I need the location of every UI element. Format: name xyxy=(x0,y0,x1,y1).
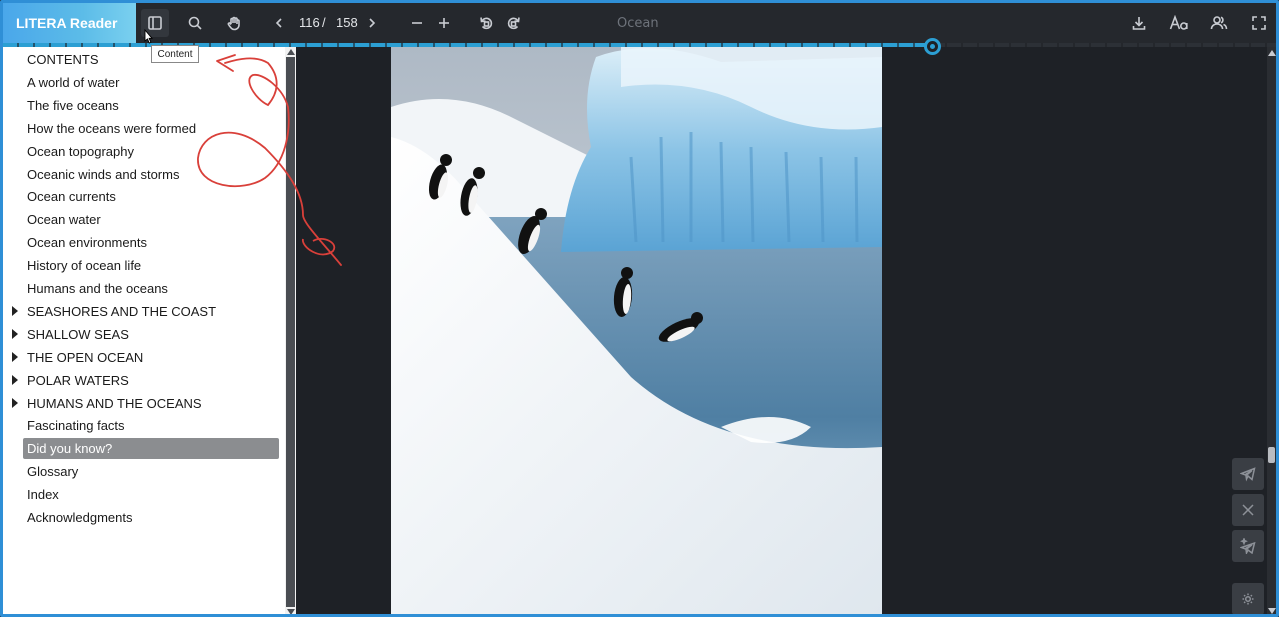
hand-icon xyxy=(227,16,240,31)
main-scrollbar[interactable] xyxy=(1267,47,1276,614)
toc-item-label: A world of water xyxy=(27,74,120,90)
rotate-left-button[interactable] xyxy=(472,9,500,37)
toc-item[interactable]: SHALLOW SEAS xyxy=(12,324,279,345)
toc-item[interactable]: History of ocean life xyxy=(23,255,279,276)
toc-item[interactable]: Did you know? xyxy=(23,438,279,460)
zoom-out-icon xyxy=(412,22,422,24)
pan-tool-button[interactable] xyxy=(220,9,248,37)
toc-item[interactable]: Acknowledgments xyxy=(23,507,279,528)
search-icon xyxy=(188,16,202,30)
search-button[interactable] xyxy=(181,9,209,37)
download-button[interactable] xyxy=(1125,9,1153,37)
toc-item-label: CONTENTS xyxy=(27,52,99,67)
toc-item[interactable]: A world of water xyxy=(23,72,279,93)
toc-item[interactable]: Ocean currents xyxy=(23,186,279,207)
penguins-iceberg-photo xyxy=(391,47,882,614)
toc-item-label: How the oceans were formed xyxy=(27,120,197,136)
sidebar-scrollbar[interactable] xyxy=(285,47,296,614)
sidebar-scroll-thumb[interactable] xyxy=(286,57,295,607)
next-page-button[interactable] xyxy=(358,9,386,37)
toc-item-label: Glossary xyxy=(27,464,79,480)
toc-item[interactable]: The five oceans xyxy=(23,95,279,116)
app-logo: LITERA Reader xyxy=(3,3,136,43)
toc-item-label: Ocean topography xyxy=(27,143,134,159)
toc-item-label: Ocean currents xyxy=(27,189,116,205)
toc-item-label: Ocean environments xyxy=(27,235,147,251)
toc-item-label: Oceanic winds and storms xyxy=(27,166,180,182)
expand-arrow-icon[interactable] xyxy=(12,328,18,339)
main-scroll-down-arrow[interactable] xyxy=(1268,608,1276,614)
toc-item-label: POLAR WATERS xyxy=(27,372,129,388)
toc-item[interactable]: Fascinating facts xyxy=(23,415,279,436)
fullscreen-button[interactable] xyxy=(1245,9,1273,37)
toc-item[interactable]: Ocean topography xyxy=(23,141,279,162)
toc-item-label: The five oceans xyxy=(27,97,119,113)
scroll-up-arrow[interactable] xyxy=(287,49,295,55)
zoom-in-icon xyxy=(439,18,449,28)
mouse-cursor-icon xyxy=(144,29,153,44)
scroll-down-arrow[interactable] xyxy=(287,609,295,614)
tooltip: Content xyxy=(151,45,199,63)
main-scroll-up-arrow[interactable] xyxy=(1268,50,1276,56)
toc-item[interactable]: Index xyxy=(23,484,279,505)
font-size-icon xyxy=(1169,15,1188,30)
toc-item[interactable]: Ocean water xyxy=(23,209,279,230)
total-pages: 158 xyxy=(336,15,358,30)
font-settings-button[interactable] xyxy=(1165,9,1193,37)
zoom-in-button[interactable] xyxy=(430,9,458,37)
toc-item-label: THE OPEN OCEAN xyxy=(27,349,144,365)
toc-item[interactable]: Humans and the oceans xyxy=(23,278,279,299)
share-telegram-button[interactable] xyxy=(1232,458,1264,490)
x-icon xyxy=(1242,504,1254,516)
settings-icon xyxy=(1242,593,1254,605)
progress-slider-handle[interactable] xyxy=(924,38,942,55)
toc-item[interactable]: Ocean environments xyxy=(23,232,279,253)
users-button[interactable] xyxy=(1205,9,1233,37)
toc-item[interactable]: Oceanic winds and storms xyxy=(23,164,279,185)
expand-arrow-icon[interactable] xyxy=(12,305,18,316)
toc-item-label: Ocean water xyxy=(27,212,101,228)
toc-item[interactable]: HUMANS AND THE OCEANS xyxy=(12,393,279,414)
main-scroll-thumb[interactable] xyxy=(1268,447,1275,463)
toc-item[interactable]: How the oceans were formed xyxy=(23,118,279,139)
share-telegram-star-button[interactable] xyxy=(1232,530,1264,562)
expand-arrow-icon[interactable] xyxy=(12,351,18,362)
prev-page-button[interactable] xyxy=(265,9,293,37)
toc-item-label: Did you know? xyxy=(27,441,113,457)
reader-window: LITERA Reader 116 / 158 Ocean Content CO… xyxy=(0,0,1279,617)
toc-item[interactable]: THE OPEN OCEAN xyxy=(12,347,279,368)
fullscreen-icon xyxy=(1252,16,1266,30)
toc-item-label: Humans and the oceans xyxy=(27,281,168,296)
chevron-right-icon xyxy=(369,18,376,28)
page-image xyxy=(391,47,882,614)
toc-item-label: HUMANS AND THE OCEANS xyxy=(27,395,202,411)
zoom-out-button[interactable] xyxy=(403,9,431,37)
toc-item-label: Index xyxy=(27,487,59,503)
toolbar: LITERA Reader 116 / 158 Ocean xyxy=(3,3,1276,43)
toc-sidebar: CONTENTS A world of water The five oceans H… xyxy=(3,47,296,614)
current-page-input[interactable]: 116 xyxy=(299,15,320,30)
toc-item[interactable]: SEASHORES AND THE COAST xyxy=(12,301,279,322)
toc-item-label: SHALLOW SEAS xyxy=(27,326,129,342)
page-separator: / xyxy=(322,15,326,30)
chevron-left-icon xyxy=(275,18,282,28)
telegram-icon xyxy=(1240,467,1256,482)
users-icon xyxy=(1210,16,1228,30)
share-x-button[interactable] xyxy=(1232,494,1264,526)
toc-item[interactable]: Glossary xyxy=(23,461,279,482)
toc-item-label: History of ocean life xyxy=(27,258,142,274)
rotate-right-button[interactable] xyxy=(500,9,528,37)
toc-item[interactable]: POLAR WATERS xyxy=(12,370,279,391)
toc-item-label: Fascinating facts xyxy=(27,418,125,434)
expand-arrow-icon[interactable] xyxy=(12,374,18,385)
telegram-star-icon xyxy=(1240,538,1256,554)
toc-item-label: Acknowledgments xyxy=(27,510,133,525)
rotate-left-icon xyxy=(480,17,493,30)
expand-arrow-icon[interactable] xyxy=(12,397,18,408)
settings-button[interactable] xyxy=(1232,583,1264,614)
download-icon xyxy=(1132,17,1146,30)
document-title: Ocean xyxy=(617,16,659,31)
toc-item-label: SEASHORES AND THE COAST xyxy=(27,303,217,319)
rotate-right-icon xyxy=(507,17,520,30)
